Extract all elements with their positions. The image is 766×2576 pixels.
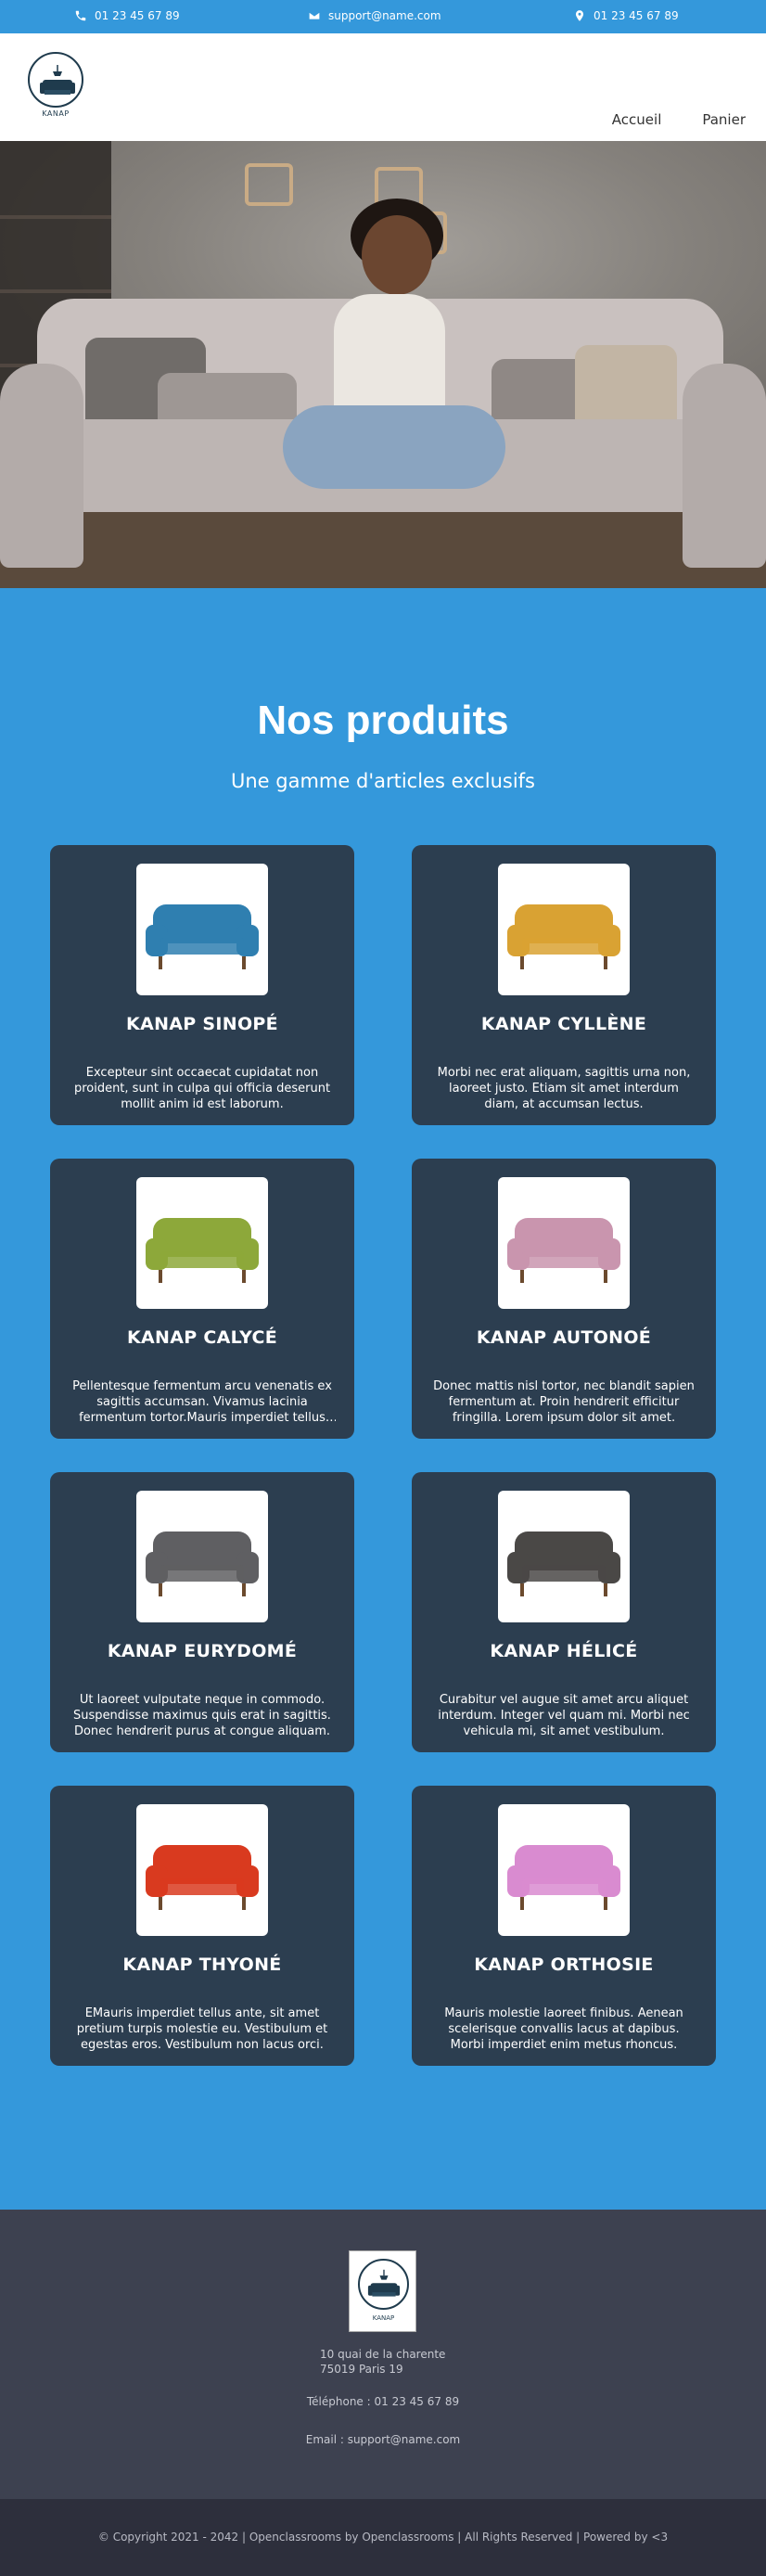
product-card[interactable]: KANAP CYLLÈNE Morbi nec erat aliquam, sa… (412, 845, 716, 1125)
product-name: KANAP CALYCÉ (127, 1327, 277, 1348)
phone-icon (75, 10, 86, 21)
product-description: EMauris imperdiet tellus ante, sit amet … (76, 2006, 328, 2052)
product-image (498, 864, 630, 995)
sofa-logo-icon (40, 65, 75, 95)
contact-email: support@name.com (308, 9, 441, 22)
product-card[interactable]: KANAP EURYDOMÉ Ut laoreet vulputate nequ… (50, 1472, 354, 1752)
site-footer: KANAP 10 quai de la charente 75019 Paris… (0, 2210, 766, 2499)
product-description: Pellentesque fermentum arcu venenatis ex… (72, 1379, 332, 1425)
footer-logo[interactable]: KANAP (349, 2250, 416, 2332)
address-line-1: 10 quai de la charente (320, 2348, 446, 2361)
product-image (498, 1491, 630, 1622)
nav-link-accueil[interactable]: Accueil (612, 111, 662, 128)
product-card[interactable]: KANAP CALYCÉ Pellentesque fermentum arcu… (50, 1159, 354, 1439)
site-logo[interactable]: KANAP (28, 52, 83, 119)
product-name: KANAP CYLLÈNE (480, 1014, 647, 1034)
product-card[interactable]: KANAP AUTONOÉ Donec mattis nisl tortor, … (412, 1159, 716, 1439)
product-name: KANAP AUTONOÉ (476, 1327, 652, 1348)
contact-location: 01 23 45 67 89 (573, 9, 679, 22)
product-description: Excepteur sint occaecat cupidatat non pr… (73, 1066, 331, 1111)
product-image (136, 1177, 268, 1309)
contact-email-text: support@name.com (328, 9, 441, 22)
products-title: Nos produits (257, 698, 509, 743)
location-pin-icon (575, 10, 584, 21)
hero-banner-image (0, 141, 766, 588)
product-image (136, 864, 268, 995)
product-name: KANAP EURYDOMÉ (107, 1641, 298, 1661)
contact-bar: 01 23 45 67 89 support@name.com 01 23 45… (0, 0, 766, 33)
logo-emblem (28, 52, 83, 108)
logo-text: KANAP (42, 109, 70, 118)
product-card[interactable]: KANAP HÉLICÉ Curabitur vel augue sit ame… (412, 1472, 716, 1752)
product-name: KANAP SINOPÉ (126, 1014, 278, 1034)
product-card[interactable]: KANAP ORTHOSIE Mauris molestie laoreet f… (412, 1786, 716, 2066)
product-description: Morbi nec erat aliquam, sagittis urna no… (437, 1066, 691, 1111)
site-header: KANAP Accueil Panier (0, 33, 766, 141)
product-card[interactable]: KANAP SINOPÉ Excepteur sint occaecat cup… (50, 845, 354, 1125)
main-nav: Accueil Panier (612, 111, 746, 128)
product-description: Mauris molestie laoreet finibus. Aenean … (444, 2006, 683, 2052)
contact-phone-text: 01 23 45 67 89 (95, 9, 180, 22)
product-name: KANAP ORTHOSIE (474, 1954, 654, 1975)
products-section: Nos produits Une gamme d'articles exclus… (0, 588, 766, 2210)
copyright-bar: © Copyright 2021 - 2042 | Openclassrooms… (0, 2499, 766, 2576)
product-description: Ut laoreet vulputate neque in commodo. S… (73, 1693, 331, 1738)
product-description: Donec mattis nisl tortor, nec blandit sa… (433, 1379, 695, 1425)
nav-link-panier[interactable]: Panier (702, 111, 746, 128)
contact-phone: 01 23 45 67 89 (74, 9, 180, 22)
footer-logo-text: KANAP (372, 2314, 395, 2322)
product-card[interactable]: KANAP THYONÉ EMauris imperdiet tellus an… (50, 1786, 354, 2066)
logo-emblem (358, 2259, 409, 2310)
sofa-logo-icon (367, 2269, 401, 2297)
product-description: Curabitur vel augue sit amet arcu alique… (438, 1693, 690, 1738)
footer-email[interactable]: Email : support@name.com (0, 2433, 766, 2446)
product-image (136, 1491, 268, 1622)
footer-telephone: Téléphone : 01 23 45 67 89 (306, 2395, 460, 2408)
product-name: KANAP HÉLICÉ (490, 1641, 638, 1661)
product-image (136, 1804, 268, 1936)
mail-icon (308, 11, 321, 20)
product-image (498, 1804, 630, 1936)
products-subtitle: Une gamme d'articles exclusifs (231, 770, 535, 792)
footer-address: 10 quai de la charente 75019 Paris 19 (320, 2347, 445, 2377)
address-line-2: 75019 Paris 19 (320, 2363, 403, 2376)
product-name: KANAP THYONÉ (122, 1954, 282, 1975)
contact-location-text: 01 23 45 67 89 (594, 9, 679, 22)
product-image (498, 1177, 630, 1309)
